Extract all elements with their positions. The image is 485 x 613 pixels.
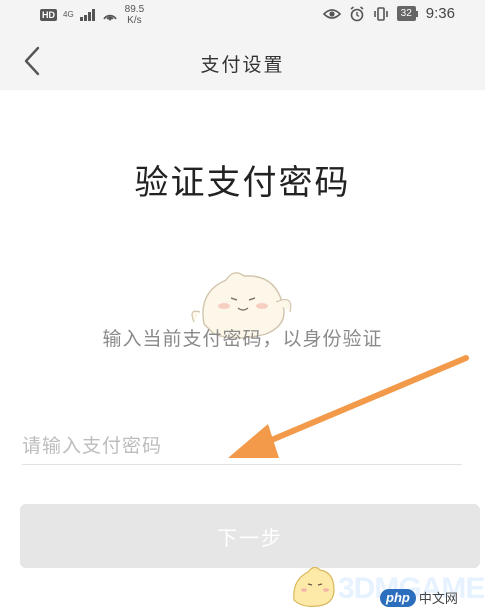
watermark-php: php 中文网 <box>380 588 458 607</box>
page-title: 支付设置 <box>200 54 285 76</box>
signal-icon <box>79 9 95 21</box>
network-generation: 4G <box>63 10 74 19</box>
password-input[interactable] <box>22 427 462 465</box>
battery-icon: 32 <box>396 6 418 21</box>
battery-tip <box>415 10 418 17</box>
verify-heading: 验证支付密码 <box>134 163 351 203</box>
hotspot-icon <box>102 14 117 21</box>
verify-subtitle: 输入当前支付密码，以身份验证 <box>102 328 383 350</box>
nav-bar: 支付设置 <box>0 32 485 90</box>
watermark-mascot-icon <box>293 566 335 607</box>
battery-level: 32 <box>396 6 416 21</box>
status-left: HD 4G 89.5 K/s <box>40 4 144 26</box>
speed-value: 89.5 <box>124 4 145 15</box>
alarm-icon <box>350 5 364 21</box>
clock: 9:36 <box>425 5 455 22</box>
status-right: 32 9:36 <box>322 5 455 22</box>
next-step-button[interactable]: 下一步 <box>20 504 480 568</box>
speed-unit: K/s <box>127 15 142 26</box>
hd-badge: HD <box>40 9 57 21</box>
vibrate-icon <box>373 6 388 21</box>
php-logo: php <box>380 588 416 607</box>
network-speed: 89.5 K/s <box>125 4 144 26</box>
eye-icon <box>322 8 341 19</box>
php-site-name: 中文网 <box>418 592 458 607</box>
status-bar: HD 4G 89.5 K/s 32 9:36 <box>0 0 485 32</box>
